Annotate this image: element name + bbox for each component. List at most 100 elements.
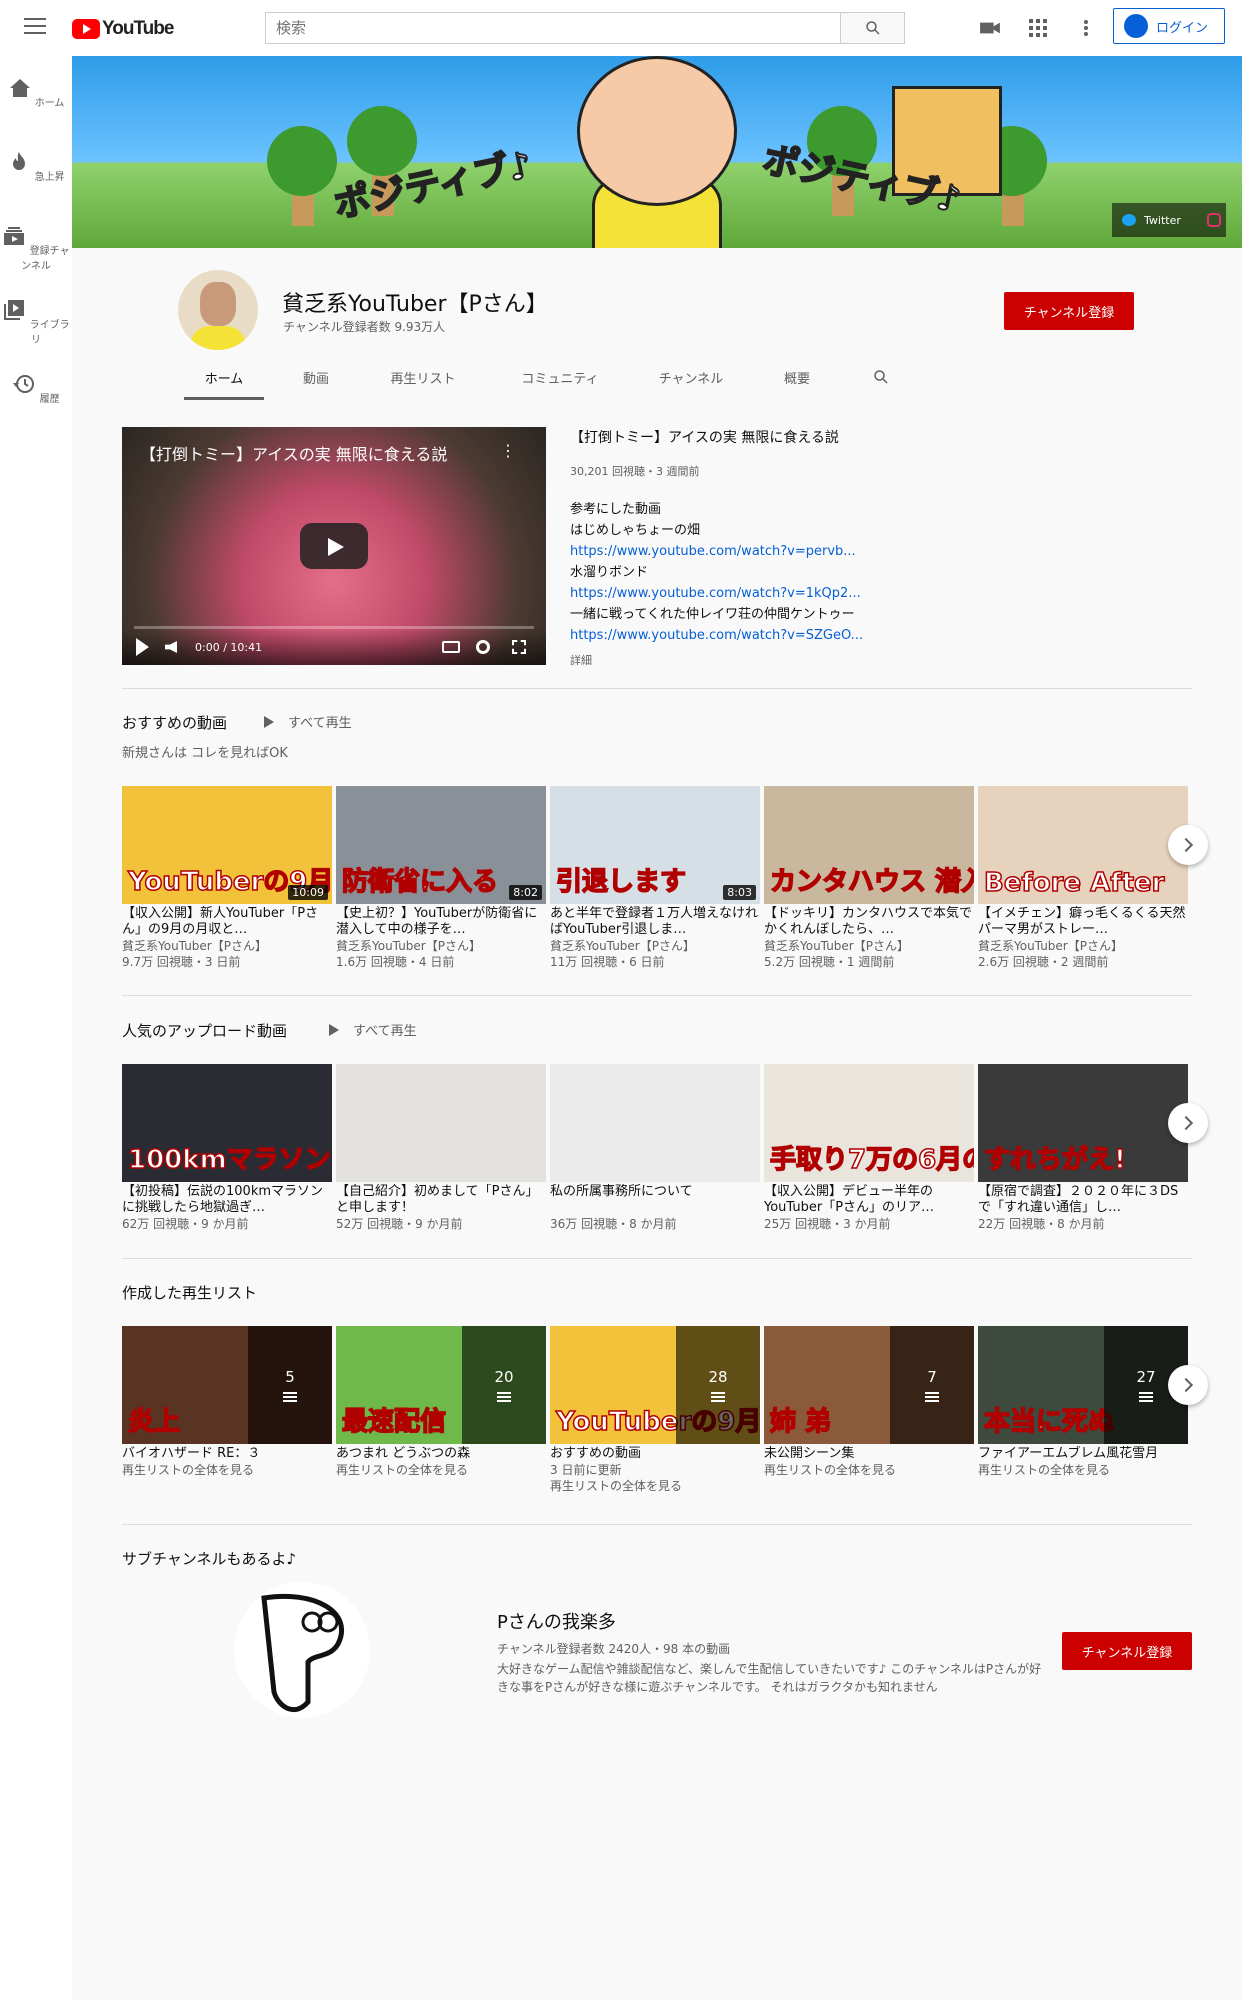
playlist-thumbnail[interactable]: YouTuberの9月の収益28 xyxy=(550,1326,760,1444)
guide-item-history[interactable]: 履歴 xyxy=(0,372,72,405)
tab-about[interactable]: 概要 xyxy=(772,360,822,400)
video-title[interactable]: 私の所属事務所について xyxy=(550,1184,760,1216)
subscribe-button[interactable]: チャンネル登録 xyxy=(1004,292,1134,330)
video-title[interactable]: 【収入公開】新人YouTuber「Pさん」の9月の月収と… xyxy=(122,906,332,938)
video-card[interactable]: カンタハウス 潜入 【ドッキリ】カンタハウスで本気でかくれんぼしたら、… 貧乏系Yo… xyxy=(764,786,974,970)
guide-item-home[interactable]: ホーム xyxy=(0,76,72,109)
settings-gear-icon[interactable] xyxy=(476,640,490,654)
tab-channels[interactable]: チャンネル xyxy=(646,360,736,400)
apps-grid-icon[interactable] xyxy=(1026,16,1050,40)
playlist-title[interactable]: あつまれ どうぶつの森 xyxy=(336,1446,546,1462)
video-thumbnail[interactable] xyxy=(550,1064,760,1182)
description-link[interactable]: https://www.youtube.com/watch?v=pervb... xyxy=(570,541,930,562)
video-title[interactable]: 【原宿で調査】２０２０年に３DSで「すれ違い通信」し… xyxy=(978,1184,1188,1216)
shelf-title-popular[interactable]: 人気のアップロード動画 xyxy=(122,1020,287,1041)
video-card[interactable]: Before After 【イメチェン】癖っ毛くるくる天然パーマ男がストレー… 貧乏… xyxy=(978,786,1188,970)
guide-item-trending[interactable]: 急上昇 xyxy=(0,150,72,183)
tab-playlists[interactable]: 再生リスト xyxy=(380,360,466,400)
play-icon[interactable] xyxy=(136,638,149,656)
video-title[interactable]: 【初投稿】伝説の100kmマラソンに挑戦したら地獄過ぎ… xyxy=(122,1184,332,1216)
volume-icon[interactable] xyxy=(165,641,177,653)
video-thumbnail[interactable]: 手取り7万の6月の収入公開 xyxy=(764,1064,974,1182)
search-button[interactable] xyxy=(841,12,905,44)
video-thumbnail[interactable]: すれちがえ! xyxy=(978,1064,1188,1182)
playlist-card[interactable]: 本当に死ぬ 27 ファイアーエムブレム風花雪月 再生リストの全体を見る xyxy=(978,1326,1188,1478)
video-thumbnail[interactable]: 引退します 8:03 xyxy=(550,786,760,904)
video-title[interactable]: 【収入公開】デビュー半年のYouTuber「Pさん」のリア… xyxy=(764,1184,974,1216)
playlist-thumbnail[interactable]: 炎上 5 xyxy=(122,1326,332,1444)
video-channel-name[interactable]: 貧乏系YouTuber【Pさん】 xyxy=(122,938,332,954)
captions-icon[interactable] xyxy=(442,641,460,653)
tab-home[interactable]: ホーム xyxy=(184,360,264,400)
play-button[interactable] xyxy=(300,523,368,569)
settings-more-icon[interactable] xyxy=(1074,16,1098,40)
shelf-title-recommended[interactable]: おすすめの動画 xyxy=(122,712,227,733)
view-full-playlist-link[interactable]: 再生リストの全体を見る xyxy=(122,1462,332,1478)
view-full-playlist-link[interactable]: 再生リストの全体を見る xyxy=(978,1462,1188,1478)
shelf-next-arrow[interactable] xyxy=(1168,1103,1208,1143)
subchannel-subscribe-button[interactable]: チャンネル登録 xyxy=(1062,1632,1192,1670)
shelf-next-arrow[interactable] xyxy=(1168,825,1208,865)
youtube-logo[interactable]: YouTube xyxy=(72,18,174,40)
view-full-playlist-link[interactable]: 再生リストの全体を見る xyxy=(764,1462,974,1478)
video-card[interactable]: すれちがえ! 【原宿で調査】２０２０年に３DSで「すれ違い通信」し… 22万 回視聴… xyxy=(978,1064,1188,1232)
twitter-link[interactable]: Twitter xyxy=(1144,214,1181,227)
login-button[interactable]: ログイン xyxy=(1113,8,1225,44)
video-thumbnail[interactable]: Before After xyxy=(978,786,1188,904)
guide-item-library[interactable]: ライブラリ xyxy=(0,298,72,346)
video-thumbnail[interactable]: 100kmマラソン xyxy=(122,1064,332,1182)
video-thumbnail[interactable]: カンタハウス 潜入 xyxy=(764,786,974,904)
video-title[interactable]: 【自己紹介】初めまして「Pさん」と申します！ xyxy=(336,1184,546,1216)
playlist-thumbnail[interactable]: 姉 弟 7 xyxy=(764,1326,974,1444)
video-card[interactable]: 手取り7万の6月の収入公開【収入公開】デビュー半年のYouTuber「Pさん」の… xyxy=(764,1064,974,1232)
twitter-icon[interactable] xyxy=(1122,214,1136,226)
fullscreen-icon[interactable] xyxy=(512,640,526,654)
video-card[interactable]: YouTuberの9月の収益10:09【収入公開】新人YouTuber「Pさん」… xyxy=(122,786,332,970)
video-thumbnail[interactable]: YouTuberの9月の収益10:09 xyxy=(122,786,332,904)
playlist-card[interactable]: 炎上 5 バイオハザード RE：３ 再生リストの全体を見る xyxy=(122,1326,332,1478)
subchannel-avatar[interactable] xyxy=(234,1582,370,1718)
tab-search[interactable] xyxy=(866,360,896,400)
video-thumbnail[interactable] xyxy=(336,1064,546,1182)
playlist-thumbnail[interactable]: 最速配信 20 xyxy=(336,1326,546,1444)
video-channel-name[interactable]: 貧乏系YouTuber【Pさん】 xyxy=(764,938,974,954)
playlist-card[interactable]: 姉 弟 7 未公開シーン集 再生リストの全体を見る xyxy=(764,1326,974,1478)
menu-icon[interactable] xyxy=(24,18,46,36)
featured-video-title[interactable]: 【打倒トミー】アイスの実 無限に食える説 xyxy=(570,427,930,447)
playlist-title[interactable]: ファイアーエムブレム風花雪月 xyxy=(978,1446,1188,1462)
video-title[interactable]: 【史上初？】YouTuberが防衛省に潜入して中の様子を… xyxy=(336,906,546,938)
video-channel-name[interactable]: 貧乏系YouTuber【Pさん】 xyxy=(336,938,546,954)
playlist-title[interactable]: バイオハザード RE：３ xyxy=(122,1446,332,1462)
view-full-playlist-link[interactable]: 再生リストの全体を見る xyxy=(550,1478,760,1494)
play-all-recommended[interactable]: すべて再生 xyxy=(264,712,352,731)
video-card[interactable]: 【自己紹介】初めまして「Pさん」と申します！ 52万 回視聴・9 か月前 xyxy=(336,1064,546,1232)
video-thumbnail[interactable]: 防衛省に入る 8:02 xyxy=(336,786,546,904)
guide-item-subscriptions[interactable]: 登録チャンネル xyxy=(0,224,72,272)
play-all-popular[interactable]: すべて再生 xyxy=(329,1020,417,1039)
playlist-title[interactable]: おすすめの動画 xyxy=(550,1446,760,1462)
video-card[interactable]: 100kmマラソン 【初投稿】伝説の100kmマラソンに挑戦したら地獄過ぎ… 62万… xyxy=(122,1064,332,1232)
video-channel-name[interactable]: 貧乏系YouTuber【Pさん】 xyxy=(978,938,1188,954)
featured-video-player[interactable]: 【打倒トミー】アイスの実 無限に食える説 ⋮ 0:00 / 10:41 xyxy=(122,427,546,665)
video-card[interactable]: 私の所属事務所について 36万 回視聴・8 か月前 xyxy=(550,1064,760,1232)
tab-videos[interactable]: 動画 xyxy=(288,360,344,400)
video-title[interactable]: 【イメチェン】癖っ毛くるくる天然パーマ男がストレー… xyxy=(978,906,1188,938)
view-full-playlist-link[interactable]: 再生リストの全体を見る xyxy=(336,1462,546,1478)
description-link[interactable]: https://www.youtube.com/watch?v=1kQp2... xyxy=(570,583,930,604)
video-title[interactable]: あと半年で登録者１万人増えなければYouTuber引退しま… xyxy=(550,906,760,938)
playlist-card[interactable]: 最速配信 20 あつまれ どうぶつの森 再生リストの全体を見る xyxy=(336,1326,546,1478)
subchannel-name[interactable]: Pさんの我楽多 xyxy=(497,1608,616,1634)
create-video-icon[interactable] xyxy=(978,16,1002,40)
video-title[interactable]: 【ドッキリ】カンタハウスで本気でかくれんぼしたら、… xyxy=(764,906,974,938)
playlist-card[interactable]: YouTuberの9月の収益28 おすすめの動画3 日前に更新再生リストの全体を見… xyxy=(550,1326,760,1494)
search-input[interactable] xyxy=(265,12,841,44)
channel-avatar[interactable] xyxy=(178,270,258,350)
player-more-icon[interactable]: ⋮ xyxy=(500,441,516,460)
playlist-title[interactable]: 未公開シーン集 xyxy=(764,1446,974,1462)
shelf-next-arrow[interactable] xyxy=(1168,1365,1208,1405)
description-link[interactable]: https://www.youtube.com/watch?v=SZGeO... xyxy=(570,625,930,646)
instagram-icon[interactable] xyxy=(1206,213,1221,227)
video-channel-name[interactable]: 貧乏系YouTuber【Pさん】 xyxy=(550,938,760,954)
shelf-title-playlists[interactable]: 作成した再生リスト xyxy=(122,1282,257,1303)
video-card[interactable]: 引退します 8:03 あと半年で登録者１万人増えなければYouTuber引退しま… 貧… xyxy=(550,786,760,970)
